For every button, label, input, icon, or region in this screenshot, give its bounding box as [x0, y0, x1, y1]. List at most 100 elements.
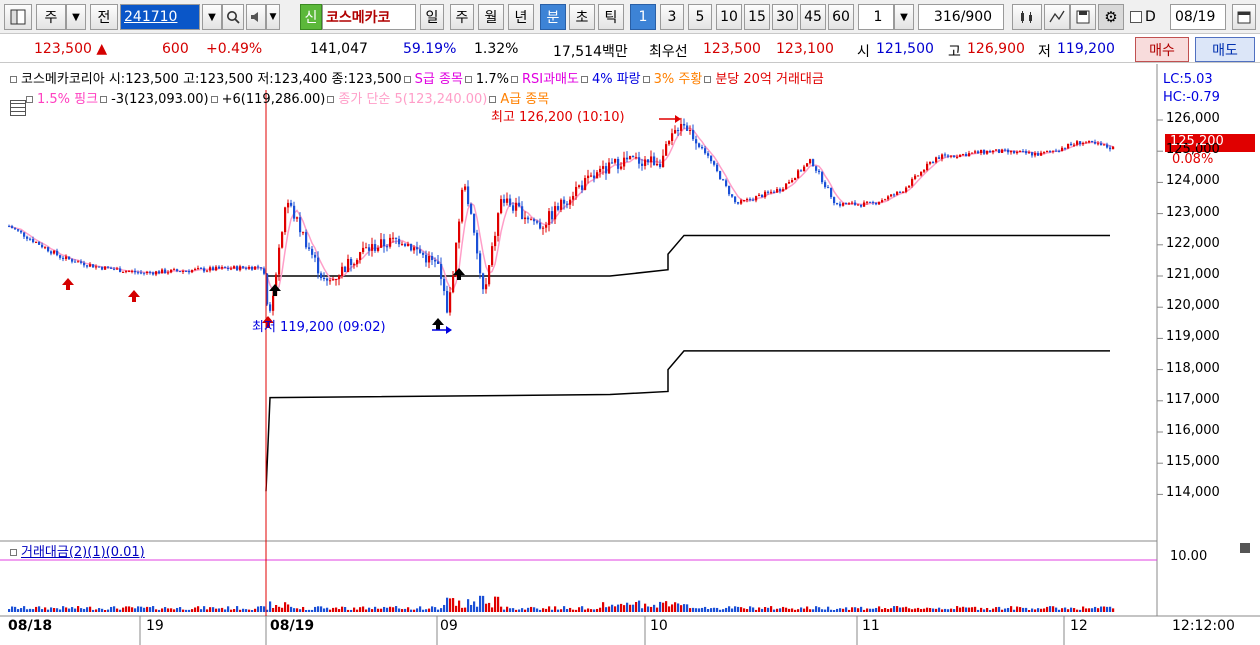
candle — [200, 267, 203, 269]
hc-value: HC:-0.79 — [1163, 90, 1220, 105]
candle — [140, 272, 143, 274]
stock-name[interactable]: 코스메카코 — [322, 4, 416, 30]
candle — [821, 172, 824, 183]
legend-item[interactable]: RSI과매도 — [522, 72, 579, 87]
volume-bar — [563, 606, 566, 612]
window-icon[interactable] — [4, 4, 32, 30]
legend-item[interactable]: S급 종목 — [415, 72, 463, 87]
minute-30-button[interactable]: 30 — [772, 4, 798, 30]
volume-bar — [863, 609, 866, 612]
interval-dropdown-icon[interactable]: ▼ — [894, 4, 914, 30]
volume-bar — [158, 609, 161, 612]
legend-item[interactable]: 3% 주황 — [654, 72, 703, 87]
volume-bar — [947, 609, 950, 612]
panel-close-icon[interactable] — [1240, 543, 1250, 553]
candle — [863, 202, 866, 207]
legend-item[interactable]: 코스메카코리아 시:123,500 고:123,500 저:123,400 종:… — [21, 72, 402, 87]
volume-bar — [95, 609, 98, 612]
volume-bar — [20, 608, 23, 612]
code-dropdown-icon[interactable]: ▼ — [202, 4, 222, 30]
minute-15-button[interactable]: 15 — [744, 4, 770, 30]
price-chart[interactable] — [0, 64, 1260, 645]
candle — [569, 199, 572, 205]
candle — [938, 157, 941, 159]
volume-bar — [677, 603, 680, 612]
code-input[interactable]: 241710 — [120, 4, 200, 30]
volume-bar — [467, 599, 470, 612]
volume-bar — [308, 609, 311, 612]
volume-bar — [281, 607, 284, 612]
d-checkbox[interactable]: D — [1126, 4, 1170, 30]
grid-icon[interactable] — [10, 100, 26, 116]
candle — [941, 154, 944, 159]
volume-bar — [650, 606, 653, 612]
volume-bar — [416, 608, 419, 612]
period-day-tab[interactable]: 일 — [420, 4, 444, 30]
period-minute-tab[interactable]: 분 — [540, 4, 566, 30]
volume-bar — [680, 605, 683, 612]
candle — [182, 270, 185, 272]
sell-button[interactable]: 매도 — [1195, 37, 1255, 62]
candle — [155, 271, 158, 275]
minute-60-button[interactable]: 60 — [828, 4, 854, 30]
speaker-icon[interactable] — [246, 4, 266, 30]
search-icon[interactable] — [222, 4, 244, 30]
legend-item[interactable]: 1.5% 핑크 — [37, 92, 98, 107]
candle-type-icon[interactable] — [1012, 4, 1042, 30]
volume-bar — [704, 606, 707, 612]
minute-45-button[interactable]: 45 — [800, 4, 826, 30]
candle — [1082, 142, 1085, 145]
date-input[interactable]: 08/19 — [1170, 4, 1226, 30]
candle — [347, 258, 350, 273]
volume-bar — [443, 604, 446, 612]
period-year-tab[interactable]: 년 — [508, 4, 534, 30]
volume-bar — [392, 607, 395, 612]
mode-jeon-button[interactable]: 전 — [90, 4, 118, 30]
candle — [842, 203, 845, 206]
legend-item[interactable]: 4% 파랑 — [592, 72, 641, 87]
candle — [677, 130, 680, 132]
volume-bar — [554, 606, 557, 612]
candle — [476, 232, 479, 254]
legend-item[interactable]: A급 종목 — [500, 92, 549, 107]
volume-bar — [503, 609, 506, 612]
gear-icon[interactable]: ⚙ — [1098, 4, 1124, 30]
candle — [338, 275, 341, 279]
minute-3-button[interactable]: 3 — [660, 4, 684, 30]
period-second-tab[interactable]: 초 — [569, 4, 595, 30]
candle — [920, 171, 923, 176]
volume-bar — [224, 609, 227, 612]
legend-item[interactable]: 종가 단순 5(123,240.00) — [338, 92, 487, 107]
legend-item[interactable]: +6(119,286.00) — [222, 92, 326, 107]
volume-bar — [122, 607, 125, 612]
volume-bar — [926, 607, 929, 612]
interval-input[interactable]: 1 — [858, 4, 894, 30]
buy-button[interactable]: 매수 — [1135, 37, 1189, 62]
line-tool-icon[interactable] — [1044, 4, 1070, 30]
legend-item[interactable]: -3(123,093.00) — [111, 92, 209, 107]
mode-ju-button[interactable]: 주 — [36, 4, 66, 30]
candle — [1031, 152, 1034, 156]
period-month-tab[interactable]: 월 — [478, 4, 504, 30]
period-tick-tab[interactable]: 틱 — [598, 4, 624, 30]
calendar-icon[interactable] — [1232, 4, 1256, 30]
candle — [533, 219, 536, 222]
candle — [1076, 141, 1079, 145]
minute-1-button[interactable]: 1 — [630, 4, 656, 30]
minute-5-button[interactable]: 5 — [688, 4, 712, 30]
minute-10-button[interactable]: 10 — [716, 4, 742, 30]
speaker-dropdown-icon[interactable]: ▼ — [266, 4, 280, 30]
candle — [380, 239, 383, 248]
volume-bar — [488, 602, 491, 612]
volume-bar — [659, 601, 662, 612]
period-week-tab[interactable]: 주 — [450, 4, 474, 30]
volume-bar — [335, 607, 338, 612]
chevron-down-icon[interactable]: ▼ — [66, 4, 86, 30]
save-icon[interactable] — [1070, 4, 1096, 30]
candle — [305, 232, 308, 248]
legend-item[interactable]: 1.7% — [476, 72, 509, 87]
count-input[interactable]: 316/900 — [918, 4, 1004, 30]
high-label: 고 — [948, 44, 961, 60]
volume-bar — [293, 608, 296, 612]
legend-item[interactable]: 분당 20억 거래대금 — [715, 72, 824, 87]
